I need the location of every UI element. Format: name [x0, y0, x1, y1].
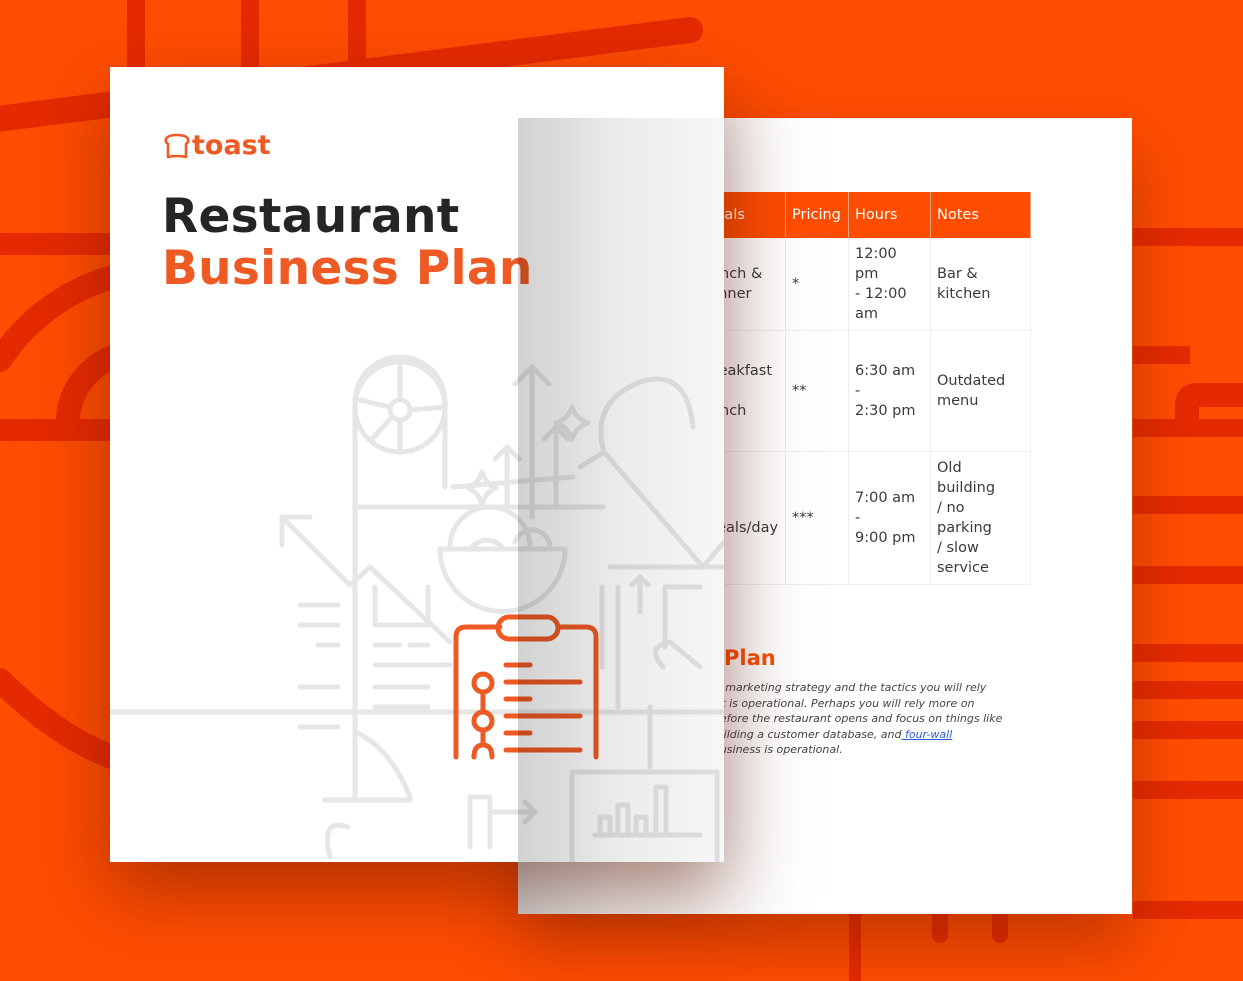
- table-cell: Bar & kitchen: [930, 238, 1031, 331]
- toast-logo: toast: [164, 130, 271, 161]
- table-cell: Outdated menu: [930, 330, 1031, 452]
- toast-bread-icon: [164, 133, 190, 158]
- cover-title-line2: Business Plan: [162, 241, 533, 296]
- cover-illustration: [110, 354, 724, 862]
- body-line: lains your marketing strategy and the ta…: [668, 681, 987, 694]
- four-wall-link[interactable]: four-wall: [901, 728, 952, 741]
- body-line: restaurant is operational. Perhaps you w…: [668, 696, 975, 710]
- table-cell: 6:30 am - 2:30 pm: [848, 330, 931, 452]
- body-line: grams, building a customer database, and…: [668, 727, 1088, 743]
- column-header-pricing: Pricing: [785, 192, 849, 238]
- bowl-icon: [437, 546, 568, 614]
- table-cell: ***: [785, 451, 849, 585]
- cover-page: toast Restaurant Business Plan: [110, 67, 724, 862]
- cover-title-line1: Restaurant: [162, 189, 460, 244]
- table-cell: *: [785, 238, 849, 331]
- column-header-hours: Hours: [848, 192, 931, 238]
- sparkle-icon: [465, 469, 499, 507]
- column-header-notes: Notes: [930, 192, 1031, 238]
- body-line: ertising before the restaurant opens and…: [668, 712, 1003, 725]
- table-cell: **: [785, 330, 849, 452]
- section-heading: Plan: [724, 646, 776, 670]
- table-cell: 7:00 am - 9:00 pm: [848, 451, 931, 585]
- table-cell: Old building / no parking / slow service: [930, 451, 1031, 585]
- logo-text: toast: [192, 130, 271, 161]
- section-body: lains your marketing strategy and the ta…: [668, 680, 1088, 758]
- clipboard-checklist-icon: [453, 614, 599, 760]
- heart-icon: [598, 376, 724, 570]
- body-line: nce the business is operational.: [668, 743, 843, 756]
- table-cell: 12:00 pm - 12:00 am: [848, 238, 931, 331]
